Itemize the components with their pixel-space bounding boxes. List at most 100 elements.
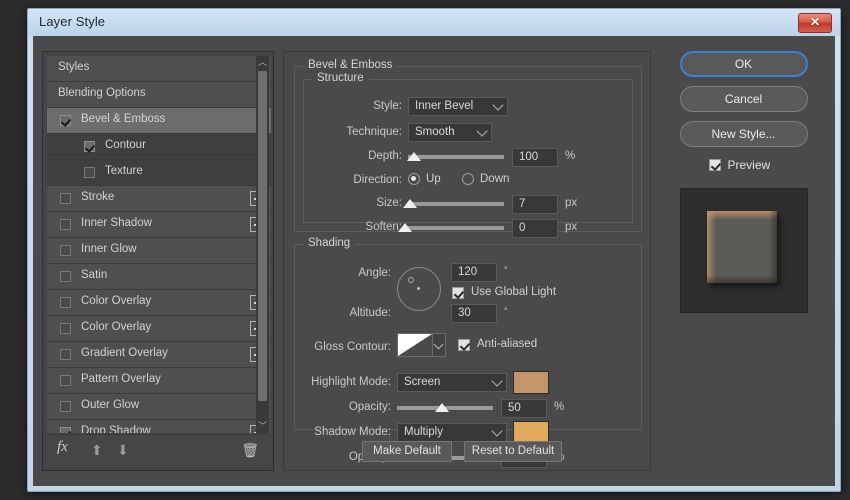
- scrollbar-thumb[interactable]: [258, 71, 267, 401]
- style-list-item[interactable]: Texture: [47, 160, 271, 186]
- angle-unit: °: [504, 265, 508, 275]
- style-list-item-label: Gradient Overlay: [81, 347, 168, 359]
- technique-label: Technique:: [312, 126, 402, 138]
- altitude-unit: °: [504, 306, 508, 316]
- depth-input[interactable]: 100: [512, 148, 558, 167]
- anti-aliased-checkbox[interactable]: [458, 339, 470, 351]
- style-list-item[interactable]: Blending Options: [47, 82, 271, 108]
- direction-label: Direction:: [314, 174, 402, 186]
- fx-icon[interactable]: fx: [57, 439, 68, 456]
- shadow-mode-dropdown[interactable]: Multiply: [397, 423, 507, 442]
- styles-scrollbar[interactable]: ︿ ﹀: [256, 56, 269, 433]
- chevron-down-icon: [492, 99, 503, 110]
- soften-slider-track[interactable]: [408, 226, 504, 230]
- style-list-item-label: Drop Shadow: [81, 425, 151, 433]
- altitude-input[interactable]: 30: [451, 304, 497, 323]
- style-list-item[interactable]: Outer Glow: [47, 394, 271, 420]
- chevron-down-icon: [476, 125, 487, 136]
- size-slider-track[interactable]: [408, 202, 504, 206]
- options-panel: Bevel & Emboss Structure Style: Inner Be…: [283, 51, 651, 471]
- gloss-contour-dropdown[interactable]: [433, 333, 446, 357]
- direction-up-label: Up: [426, 173, 441, 185]
- bevel-emboss-legend: Bevel & Emboss: [303, 59, 397, 71]
- depth-unit: %: [565, 150, 575, 162]
- checkbox-unchecked[interactable]: [60, 219, 71, 230]
- shading-group: Shading Angle: 120 ° Use Global Light: [294, 244, 642, 430]
- angle-dial[interactable]: [397, 267, 441, 311]
- highlight-color-swatch[interactable]: [513, 371, 549, 394]
- screenshot-root: Layer Style ✕ Styles Blending Options Beve…: [0, 0, 850, 500]
- cancel-button[interactable]: Cancel: [680, 86, 808, 112]
- style-dropdown[interactable]: Inner Bevel: [408, 97, 508, 116]
- style-list-item[interactable]: Bevel & Emboss: [47, 108, 271, 134]
- checkbox-unchecked[interactable]: [60, 349, 71, 360]
- dial-center-dot: [417, 287, 420, 290]
- use-global-light-checkbox[interactable]: [452, 287, 464, 299]
- technique-dropdown[interactable]: Smooth: [408, 123, 492, 142]
- new-style-button[interactable]: New Style...: [680, 121, 808, 147]
- soften-slider-thumb[interactable]: [398, 223, 412, 232]
- title-bar[interactable]: Layer Style ✕: [28, 9, 840, 36]
- highlight-mode-dropdown[interactable]: Screen: [397, 373, 507, 392]
- gloss-contour-preview[interactable]: [397, 333, 433, 357]
- scroll-up-icon[interactable]: ︿: [256, 56, 269, 69]
- checkbox-unchecked[interactable]: [60, 401, 71, 412]
- styles-list[interactable]: Styles Blending Options Bevel & Emboss Cont…: [47, 56, 271, 433]
- direction-up-radio[interactable]: [408, 173, 420, 185]
- gloss-contour-label: Gloss Contour:: [295, 341, 391, 353]
- styles-panel: Styles Blending Options Bevel & Emboss Cont…: [42, 51, 274, 471]
- style-list-item[interactable]: Color Overlay: [47, 290, 271, 316]
- preview-row: Preview: [680, 156, 808, 176]
- angle-input[interactable]: 120: [451, 263, 497, 282]
- make-default-button[interactable]: Make Default: [362, 441, 452, 462]
- checkbox-checked[interactable]: [60, 427, 71, 433]
- move-up-icon[interactable]: ⬆: [91, 442, 103, 459]
- style-list-item-label: Bevel & Emboss: [81, 113, 165, 125]
- depth-slider-track[interactable]: [408, 155, 504, 159]
- depth-slider-thumb[interactable]: [407, 152, 421, 161]
- style-list-item[interactable]: Styles: [47, 56, 271, 82]
- move-down-icon[interactable]: ⬇: [117, 442, 129, 459]
- delete-icon[interactable]: 🗑: [241, 442, 259, 459]
- highlight-opacity-input[interactable]: 50: [501, 399, 547, 418]
- style-list-item[interactable]: Inner Shadow: [47, 212, 271, 238]
- reset-to-default-button[interactable]: Reset to Default: [464, 441, 562, 462]
- size-input[interactable]: 7: [512, 195, 558, 214]
- style-list-item[interactable]: Inner Glow: [47, 238, 271, 264]
- scroll-down-icon[interactable]: ﹀: [256, 420, 269, 433]
- actions-column: OK Cancel New Style... Preview: [661, 51, 826, 313]
- checkbox-checked[interactable]: [84, 141, 95, 152]
- ok-button[interactable]: OK: [680, 51, 808, 77]
- highlight-opacity-slider-thumb[interactable]: [435, 403, 449, 412]
- dialog-body: Styles Blending Options Bevel & Emboss Cont…: [33, 36, 835, 486]
- checkbox-unchecked[interactable]: [60, 375, 71, 386]
- style-list-item-label: Blending Options: [58, 87, 146, 99]
- checkbox-unchecked[interactable]: [60, 271, 71, 282]
- checkbox-checked[interactable]: [60, 115, 71, 126]
- preview-checkbox[interactable]: [709, 159, 721, 171]
- checkbox-unchecked[interactable]: [60, 323, 71, 334]
- size-slider-thumb[interactable]: [403, 199, 417, 208]
- style-list-item[interactable]: Satin: [47, 264, 271, 290]
- checkbox-unchecked[interactable]: [60, 193, 71, 204]
- close-button[interactable]: ✕: [798, 13, 832, 33]
- structure-group: Structure Style: Inner Bevel Technique: …: [303, 79, 633, 223]
- depth-value: 100: [519, 151, 538, 163]
- style-list-item-label: Inner Glow: [81, 243, 137, 255]
- preview-label: Preview: [728, 158, 771, 172]
- direction-down-radio[interactable]: [462, 173, 474, 185]
- layer-style-dialog: Layer Style ✕ Styles Blending Options Beve…: [27, 8, 841, 492]
- style-list-item[interactable]: Pattern Overlay: [47, 368, 271, 394]
- checkbox-unchecked[interactable]: [60, 297, 71, 308]
- checkbox-unchecked[interactable]: [84, 167, 95, 178]
- soften-input[interactable]: 0: [512, 219, 558, 238]
- checkbox-unchecked[interactable]: [60, 245, 71, 256]
- shadow-mode-label: Shadow Mode:: [295, 426, 391, 438]
- style-list-item[interactable]: Color Overlay: [47, 316, 271, 342]
- window-title: Layer Style: [39, 14, 105, 29]
- style-list-item[interactable]: Contour: [47, 134, 271, 160]
- technique-dropdown-value: Smooth: [415, 126, 455, 138]
- style-list-item[interactable]: Drop Shadow: [47, 420, 271, 433]
- style-list-item[interactable]: Gradient Overlay: [47, 342, 271, 368]
- style-list-item[interactable]: Stroke: [47, 186, 271, 212]
